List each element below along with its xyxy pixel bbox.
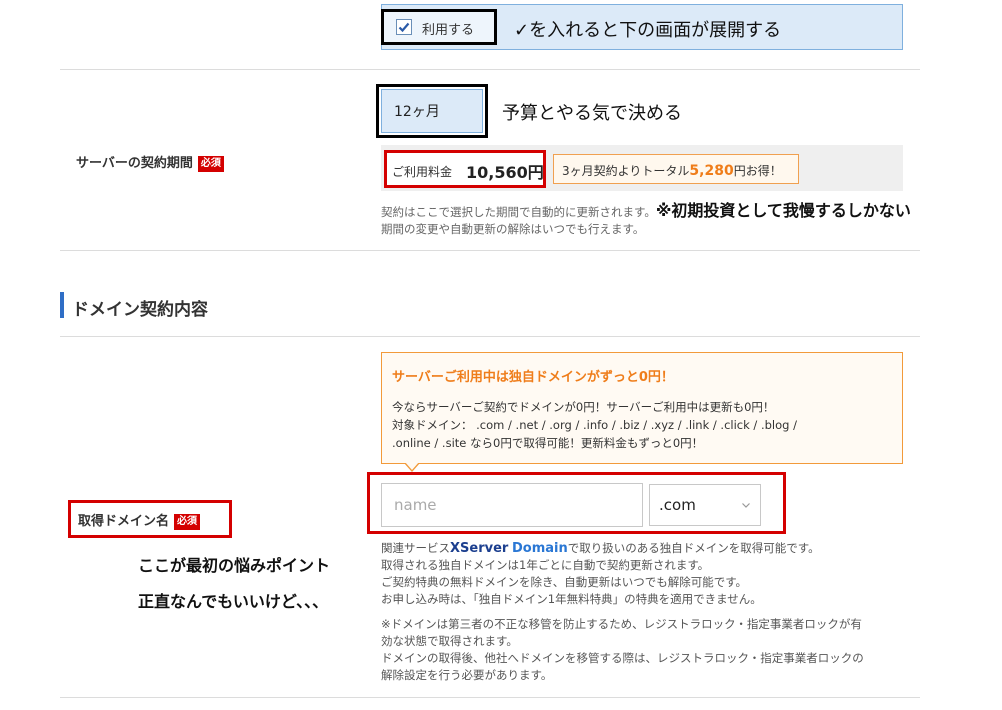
related-suffix: で取り扱いのある独自ドメインを取得可能です。 xyxy=(567,541,820,555)
tld-value[interactable]: .com xyxy=(659,496,696,514)
divider xyxy=(60,697,920,698)
chevron-down-icon xyxy=(742,503,750,508)
info-line2: 取得される独自ドメインは1年ごとに自動で契約更新されます。 xyxy=(381,558,710,572)
period-note-line2: 期間の変更や自動更新の解除はいつでも行えます。 xyxy=(381,222,645,236)
xserver-brand: XServer xyxy=(450,541,509,556)
domain-lock-note: ※ドメインは第三者の不正な移管を防止するため、レジストラロック・指定事業者ロック… xyxy=(381,616,864,684)
fee-label: ご利用料金 xyxy=(392,165,453,179)
contract-period-label: サーバーの契約期間 必須 xyxy=(76,152,224,172)
lock-note-line4: 解除設定を行う必要があります。 xyxy=(381,668,553,682)
use-checkbox[interactable] xyxy=(396,19,412,35)
required-badge: 必須 xyxy=(197,155,224,172)
promo-text: 今ならサーバーご契約でドメインが0円！サーバーご利用中は更新も0円！ 対象ドメイ… xyxy=(392,398,797,452)
period-note-line1: 契約はここで選択した期間で自動的に更新されます。 xyxy=(381,205,656,219)
section-title: ドメイン契約内容 xyxy=(72,300,208,320)
required-badge: 必須 xyxy=(174,513,201,530)
fee-value: 10,560円 xyxy=(466,163,544,182)
use-checkbox-label[interactable]: 利用する xyxy=(422,19,474,38)
promo-pointer-fill xyxy=(405,462,419,470)
lock-note-line1: ※ドメインは第三者の不正な移管を防止するため、レジストラロック・指定事業者ロック… xyxy=(381,617,862,631)
related-prefix: 関連サービス xyxy=(381,541,450,555)
info-line4: お申し込み時は、「独自ドメイン1年無料特典」の特典を適用できません。 xyxy=(381,592,762,606)
divider xyxy=(60,336,920,337)
divider xyxy=(60,250,920,251)
info-line3: ご契約特典の無料ドメインを除き、自動更新はいつでも解除可能です。 xyxy=(381,575,748,589)
lock-note-line3: ドメインの取得後、他社へドメインを移管する際は、レジストラロック・指定事業者ロッ… xyxy=(381,651,864,665)
side-comment-2: 正直なんでもいいけど、、、 xyxy=(138,592,329,611)
promo-line3: .online / .site なら0円で取得可能！更新料金もずっと0円！ xyxy=(392,436,704,450)
domain-name-input[interactable] xyxy=(381,483,643,527)
lock-note-line2: 効な状態で取得されます。 xyxy=(381,634,518,648)
domain-brand: Domain xyxy=(511,541,568,556)
contract-period-value[interactable]: 12ヶ月 xyxy=(394,101,440,121)
saving-text: 3ヶ月契約よりトータル5,280円お得！ xyxy=(562,163,782,179)
saving-amount: 5,280 xyxy=(689,163,734,179)
domain-info: 関連サービスXServer Domainで取り扱いのある独自ドメインを取得可能で… xyxy=(381,540,820,608)
contract-period-label-text: サーバーの契約期間 xyxy=(76,156,193,171)
investment-annotation: ※初期投資として我慢するしかない xyxy=(655,201,911,220)
period-note: 契約はここで選択した期間で自動的に更新されます。※初期投資として我慢するしかない… xyxy=(381,202,911,238)
promo-line2: 対象ドメイン： .com / .net / .org / .info / .bi… xyxy=(392,418,797,432)
promo-line1: 今ならサーバーご契約でドメインが0円！サーバーご利用中は更新も0円！ xyxy=(392,400,775,414)
domain-name-label-text: 取得ドメイン名 xyxy=(78,514,170,529)
side-comment-1: ここが最初の悩みポイント xyxy=(138,556,331,575)
section-accent-bar xyxy=(60,292,64,318)
period-annotation: 予算とやる気で決める xyxy=(502,103,682,124)
checkbox-annotation: ✓を入れると下の画面が展開する xyxy=(514,20,782,41)
promo-title: サーバーご利用中は独自ドメインがずっと0円！ xyxy=(392,370,674,385)
divider xyxy=(60,69,920,70)
domain-name-label: 取得ドメイン名 必須 xyxy=(78,510,201,530)
checkmark-icon xyxy=(398,22,410,33)
